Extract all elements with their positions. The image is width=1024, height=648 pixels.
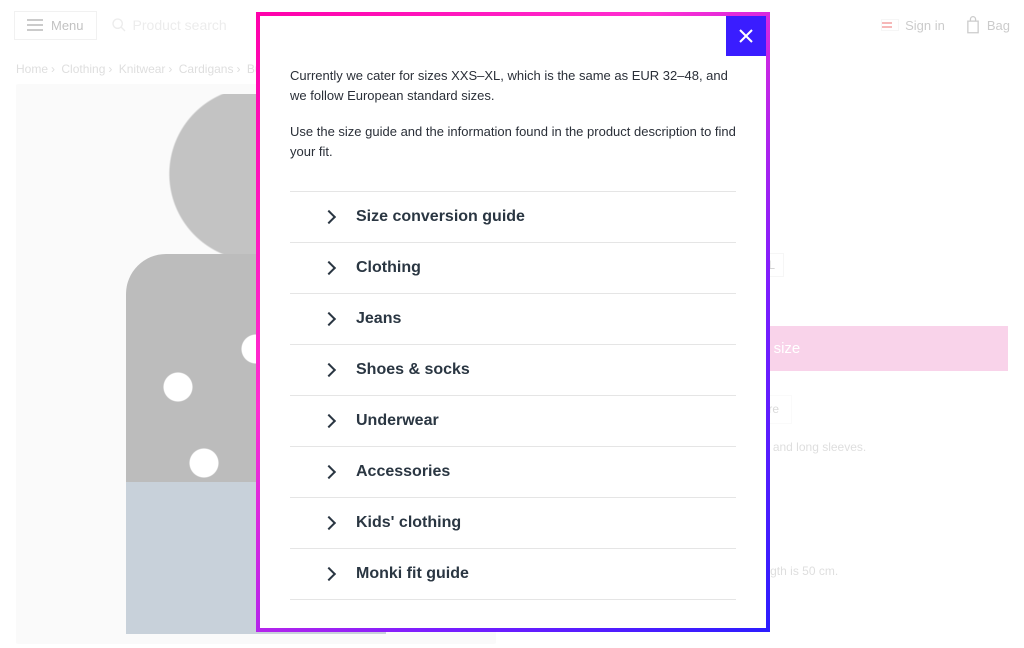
- accordion-label: Underwear: [356, 412, 439, 430]
- accordion-item-accessories[interactable]: Accessories: [290, 447, 736, 497]
- accordion-item-kids-clothing[interactable]: Kids' clothing: [290, 498, 736, 548]
- accordion-item-fit-guide[interactable]: Monki fit guide: [290, 549, 736, 599]
- size-guide-accordion: Size conversion guide Clothing Jeans Sho…: [290, 191, 736, 600]
- close-button[interactable]: [726, 16, 766, 56]
- accordion-label: Kids' clothing: [356, 514, 461, 532]
- accordion-label: Size conversion guide: [356, 208, 525, 226]
- chevron-right-icon: [322, 566, 336, 580]
- accordion-item-underwear[interactable]: Underwear: [290, 396, 736, 446]
- accordion-item-shoes-socks[interactable]: Shoes & socks: [290, 345, 736, 395]
- accordion-label: Clothing: [356, 259, 421, 277]
- accordion-label: Accessories: [356, 463, 450, 481]
- accordion-item-jeans[interactable]: Jeans: [290, 294, 736, 344]
- chevron-right-icon: [322, 260, 336, 274]
- accordion-label: Shoes & socks: [356, 361, 470, 379]
- modal-paragraph: Use the size guide and the information f…: [290, 122, 736, 162]
- close-icon: [738, 28, 754, 44]
- modal-paragraph: Currently we cater for sizes XXS–XL, whi…: [290, 66, 736, 106]
- chevron-right-icon: [322, 515, 336, 529]
- accordion-label: Monki fit guide: [356, 565, 469, 583]
- chevron-right-icon: [322, 362, 336, 376]
- chevron-right-icon: [322, 413, 336, 427]
- size-guide-modal: Currently we cater for sizes XXS–XL, whi…: [256, 12, 770, 632]
- accordion-item-size-conversion[interactable]: Size conversion guide: [290, 192, 736, 242]
- chevron-right-icon: [322, 464, 336, 478]
- chevron-right-icon: [322, 209, 336, 223]
- accordion-item-clothing[interactable]: Clothing: [290, 243, 736, 293]
- chevron-right-icon: [322, 311, 336, 325]
- accordion-label: Jeans: [356, 310, 401, 328]
